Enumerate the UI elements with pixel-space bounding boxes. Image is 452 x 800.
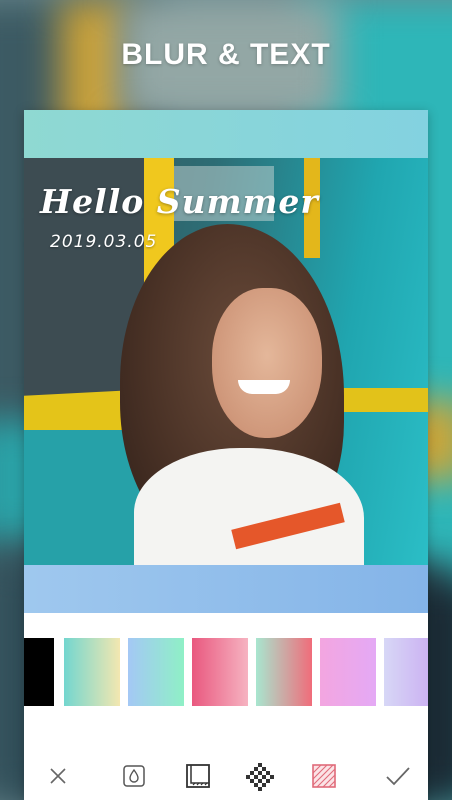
photo-text-title[interactable]: Hello Summer [40,182,319,221]
photo-canvas[interactable]: Hello Summer 2019.03.05 [24,158,428,565]
swatch-lavender[interactable] [384,638,428,706]
pattern-button[interactable] [306,758,342,794]
frame-band-bottom [24,565,428,613]
swatch-pink-lilac[interactable] [320,638,376,706]
swatch-rose[interactable] [192,638,248,706]
bottom-toolbar [24,750,428,800]
frame-button[interactable] [180,758,216,794]
close-icon [50,768,66,784]
confirm-button[interactable] [380,758,416,794]
blur-drop-icon [123,765,145,787]
page-title: BLUR & TEXT [121,38,331,71]
swatch-mint-coral[interactable] [256,638,312,706]
mosaic-button[interactable] [242,758,278,794]
photo-text-date[interactable]: 2019.03.05 [50,232,157,252]
photo-subject-face [212,288,322,438]
swatch-mint-lemon[interactable] [64,638,120,706]
mosaic-icon [246,763,274,791]
swatch-blue-mint[interactable] [128,638,184,706]
close-button[interactable] [40,758,76,794]
editor-card: Hello Summer 2019.03.05 [24,110,428,800]
swatch-black[interactable] [24,638,54,706]
frame-icon [186,764,210,788]
frame-band-top [24,110,428,158]
gradient-swatch-row [24,638,428,706]
blur-button[interactable] [116,758,152,794]
confirm-check-icon [386,767,410,786]
pattern-icon [312,764,336,788]
